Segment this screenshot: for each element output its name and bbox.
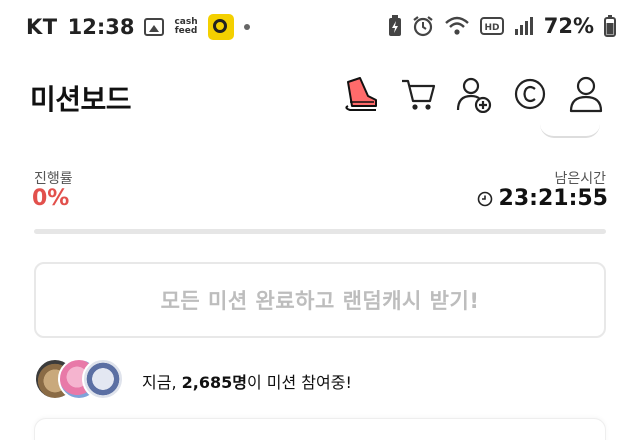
participant-avatars (34, 358, 144, 400)
remaining-time-label: 남은시간 (554, 171, 606, 187)
signal-icon (514, 17, 533, 35)
status-bar-left: KT 12:38 cash feed (26, 14, 250, 40)
add-friend-button[interactable] (454, 74, 494, 114)
clock: 12:38 (67, 15, 135, 39)
status-bar: KT 12:38 cash feed HD 72% (0, 0, 640, 56)
participants-suffix: 이 미션 참여중! (246, 373, 352, 392)
carrier-label: KT (26, 15, 58, 39)
battery-percent: 72% (543, 14, 594, 38)
page-title: 미션보드 (30, 83, 132, 116)
sneaker-icon (345, 77, 377, 111)
hd-icon: HD (479, 17, 504, 35)
battery-icon (604, 15, 616, 37)
status-bar-right: HD 72% (388, 14, 616, 38)
sneaker-button[interactable] (340, 74, 380, 114)
participants-count: 2,685명 (181, 373, 247, 392)
profile-icon (569, 76, 603, 113)
cart-button[interactable] (398, 74, 438, 114)
notification-dot (243, 24, 250, 30)
mission-card[interactable] (34, 418, 606, 440)
random-cash-reward-button[interactable]: 모든 미션 완료하고 랜덤캐시 받기! (34, 262, 606, 338)
progress-bar (34, 229, 606, 234)
svg-text:HD: HD (484, 23, 499, 33)
progress-label: 진행률 (34, 171, 73, 187)
progress-value: 0% (32, 186, 70, 211)
battery-saver-icon (388, 15, 401, 36)
coin-icon (514, 78, 546, 110)
collapsed-panel-edge (540, 124, 600, 138)
reward-button-label: 모든 미션 완료하고 랜덤캐시 받기! (160, 289, 480, 313)
add-friend-icon (456, 77, 492, 113)
image-icon (144, 18, 165, 36)
remaining-time: 23:21:55 (477, 186, 608, 211)
cashfeed-icon: cash feed (174, 17, 198, 36)
participants-prefix: 지금, (142, 373, 182, 392)
profile-button[interactable] (566, 74, 606, 114)
avatar-generic (82, 358, 124, 400)
wifi-icon (444, 16, 469, 35)
alarm-icon (413, 16, 433, 37)
coin-button[interactable] (510, 74, 550, 114)
remaining-time-value: 23:21:55 (498, 186, 608, 211)
clock-icon (477, 191, 492, 206)
cart-icon (402, 79, 436, 110)
app-icon (207, 14, 234, 40)
participants-text: 지금, 2,685명이 미션 참여중! (142, 369, 352, 393)
